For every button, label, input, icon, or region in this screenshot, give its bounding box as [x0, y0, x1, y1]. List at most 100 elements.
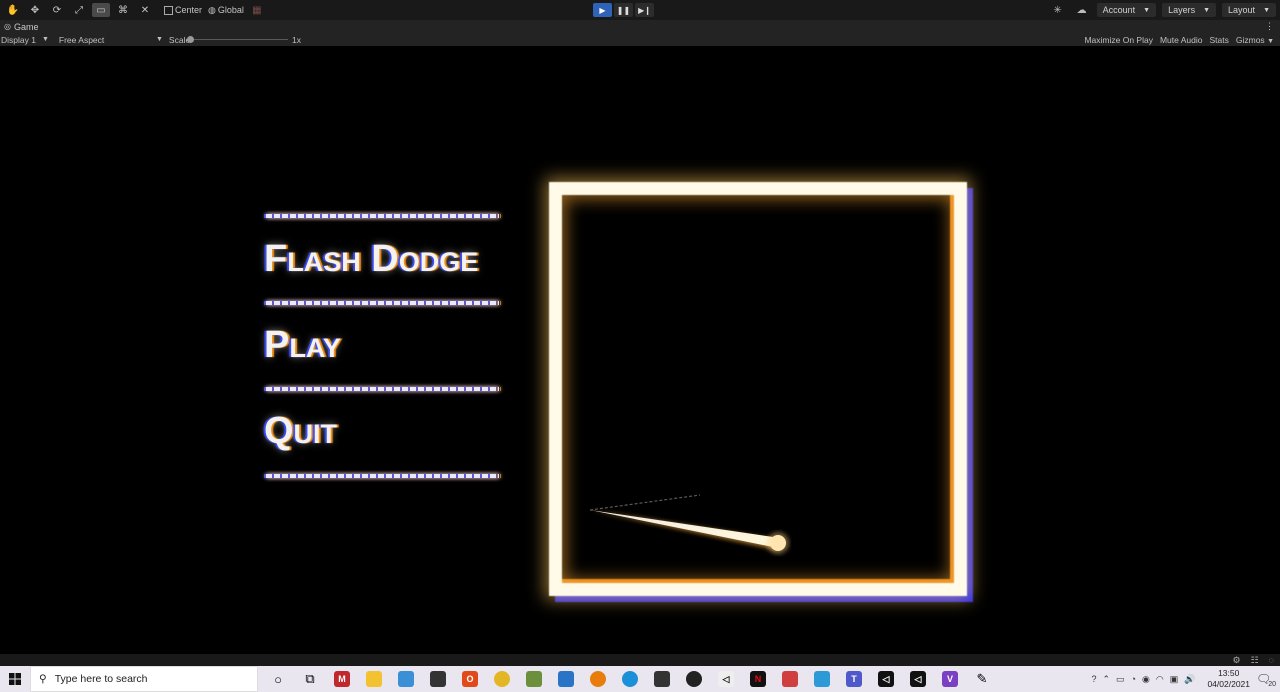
photos-icon[interactable]: [774, 666, 806, 692]
layers-label: Layers: [1168, 5, 1196, 15]
scale-value: 1x: [292, 34, 301, 45]
step-button[interactable]: ▶❙: [635, 3, 654, 17]
game-tab[interactable]: ◎ Game ⋮: [0, 20, 1280, 33]
edge-icon[interactable]: [614, 666, 646, 692]
task-view-icon[interactable]: ⧉: [294, 666, 326, 692]
wifi-icon[interactable]: ◠: [1156, 674, 1164, 685]
clock-date: 04/02/2021: [1207, 679, 1250, 689]
taskbar-search[interactable]: ⚲ Type here to search: [30, 666, 258, 692]
clock[interactable]: 13:50 04/02/2021: [1207, 668, 1250, 690]
security-icon[interactable]: ◉: [1142, 674, 1150, 685]
play-button[interactable]: ▶: [593, 3, 612, 17]
start-button[interactable]: [0, 666, 30, 692]
account-label: Account: [1102, 5, 1136, 15]
file-explorer-icon[interactable]: [358, 666, 390, 692]
battery-icon[interactable]: ▭: [1116, 674, 1125, 685]
globe-icon: ◍: [208, 4, 216, 15]
chevron-down-icon: ▼: [1203, 6, 1211, 14]
gizmos-label: Gizmos: [1235, 34, 1265, 45]
cortana-icon[interactable]: ○: [262, 666, 294, 692]
clock-time: 13:50: [1218, 668, 1240, 678]
unity-hub-icon[interactable]: [646, 666, 678, 692]
cloud-icon[interactable]: ☁: [1073, 3, 1091, 17]
pen-icon[interactable]: ✎: [966, 666, 998, 692]
unity-icon[interactable]: ◁: [710, 666, 742, 692]
custom-tool-icon[interactable]: ✕: [136, 3, 154, 17]
scale-slider-track[interactable]: [190, 39, 288, 40]
pause-button[interactable]: ❚❚: [614, 3, 633, 17]
store-icon[interactable]: [422, 666, 454, 692]
help-icon[interactable]: ?: [1091, 674, 1096, 684]
game-view-options: Maximize On Play Mute Audio Stats Gizmos…: [1084, 35, 1274, 45]
unity-toolbar: ✋ ✥ ⟳ ⤢ ▭ ⌘ ✕ Center ◍ Global ▦ ▶ ❚❚ ▶❙ …: [0, 0, 1280, 20]
pivot-label: Center: [175, 5, 203, 15]
hand-tool-icon[interactable]: ✋: [4, 3, 22, 17]
account-dropdown[interactable]: Account ▼: [1096, 3, 1157, 17]
mute-audio-toggle[interactable]: Mute Audio: [1160, 35, 1203, 45]
system-tray: ? ⌃ ▭ ◔ ◉ ◠ ▣ 🔊 13:50 04/02/2021 🗨 20: [1091, 666, 1280, 692]
obs-icon[interactable]: [678, 666, 710, 692]
toolbar-right: ✳ ☁ Account ▼ Layers ▼ Layout ▼: [1049, 3, 1276, 17]
space-toggle[interactable]: ◍ Global: [208, 5, 244, 16]
chevron-down-icon: ▼: [155, 36, 163, 43]
netflix-icon[interactable]: N: [742, 666, 774, 692]
space-label: Global: [217, 5, 244, 15]
display-label: Display 1: [1, 34, 36, 45]
mcafee-icon[interactable]: M: [326, 666, 358, 692]
rotate-tool-icon[interactable]: ⟳: [48, 3, 66, 17]
chevron-down-icon: ▼: [41, 36, 49, 43]
blender-icon[interactable]: [582, 666, 614, 692]
unity-editor-icon-2[interactable]: ◁: [902, 666, 934, 692]
chevron-down-icon: ▼: [1143, 6, 1151, 14]
chevron-down-icon: ▼: [1267, 37, 1274, 45]
aspect-dropdown[interactable]: Free Aspect ▼: [59, 35, 163, 45]
app-icon-2[interactable]: [806, 666, 838, 692]
visual-studio-icon[interactable]: V: [934, 666, 966, 692]
check-icon[interactable]: ◌: [1269, 655, 1274, 666]
windows-taskbar: ⚲ Type here to search ○ ⧉ M O ◁ N T ◁ ◁ …: [0, 666, 1280, 692]
playback-controls: ▶ ❚❚ ▶❙: [593, 3, 654, 17]
game-view-toolbar: Display 1 ▼ Free Aspect ▼ Scale 1x Maxim…: [0, 33, 1280, 46]
app-icon[interactable]: [390, 666, 422, 692]
aspect-label: Free Aspect: [58, 34, 105, 45]
office-icon[interactable]: O: [454, 666, 486, 692]
rect-tool-icon[interactable]: ▭: [92, 3, 110, 17]
display-dropdown[interactable]: Display 1 ▼: [1, 35, 49, 45]
maximize-on-play-toggle[interactable]: Maximize On Play: [1084, 35, 1153, 45]
mail-icon[interactable]: [550, 666, 582, 692]
search-icon: ⚲: [39, 673, 47, 685]
app-tray-icon[interactable]: ▣: [1170, 674, 1179, 685]
pivot-icon: [164, 5, 173, 15]
chevron-down-icon: ▼: [1263, 6, 1270, 14]
move-tool-icon[interactable]: ✥: [26, 3, 44, 17]
layout-label: Layout: [1228, 5, 1256, 15]
layers-dropdown[interactable]: Layers ▼: [1162, 3, 1217, 17]
chevron-up-icon[interactable]: ⌃: [1103, 674, 1111, 685]
network-icon[interactable]: ◔: [1131, 674, 1136, 684]
snap-icon[interactable]: ▦: [248, 3, 266, 17]
more-options-icon[interactable]: ⋮: [1265, 21, 1274, 32]
minecraft-icon[interactable]: [518, 666, 550, 692]
notification-count: 20: [1268, 681, 1276, 688]
game-viewport[interactable]: Flash Dodge Play Quit: [0, 46, 1280, 654]
player-streak: [589, 494, 789, 554]
unity-status-bar: [0, 654, 1280, 666]
teams-icon[interactable]: T: [838, 666, 870, 692]
search-placeholder: Type here to search: [54, 673, 148, 685]
settings-icon[interactable]: ⚙: [1232, 655, 1240, 666]
scale-tool-icon[interactable]: ⤢: [70, 3, 88, 17]
notification-center[interactable]: 🗨 20: [1256, 672, 1276, 688]
stats-toggle[interactable]: Stats: [1210, 35, 1229, 45]
chrome-icon[interactable]: [486, 666, 518, 692]
transform-tool-icon[interactable]: ⌘: [114, 3, 132, 17]
layout-dropdown[interactable]: Layout ▼: [1222, 3, 1276, 17]
collab-status-icon[interactable]: ☷: [1251, 655, 1259, 666]
collab-icon[interactable]: ✳: [1049, 3, 1067, 17]
gizmos-dropdown[interactable]: Gizmos ▼: [1236, 35, 1274, 45]
gamepad-icon: ◎: [4, 22, 11, 31]
volume-icon[interactable]: 🔊: [1184, 674, 1195, 685]
unity-editor-icon[interactable]: ◁: [870, 666, 902, 692]
scale-slider-handle[interactable]: [187, 36, 194, 43]
status-icons: ⚙ ☷ ◌: [1232, 655, 1274, 666]
pivot-toggle[interactable]: Center: [164, 5, 202, 15]
